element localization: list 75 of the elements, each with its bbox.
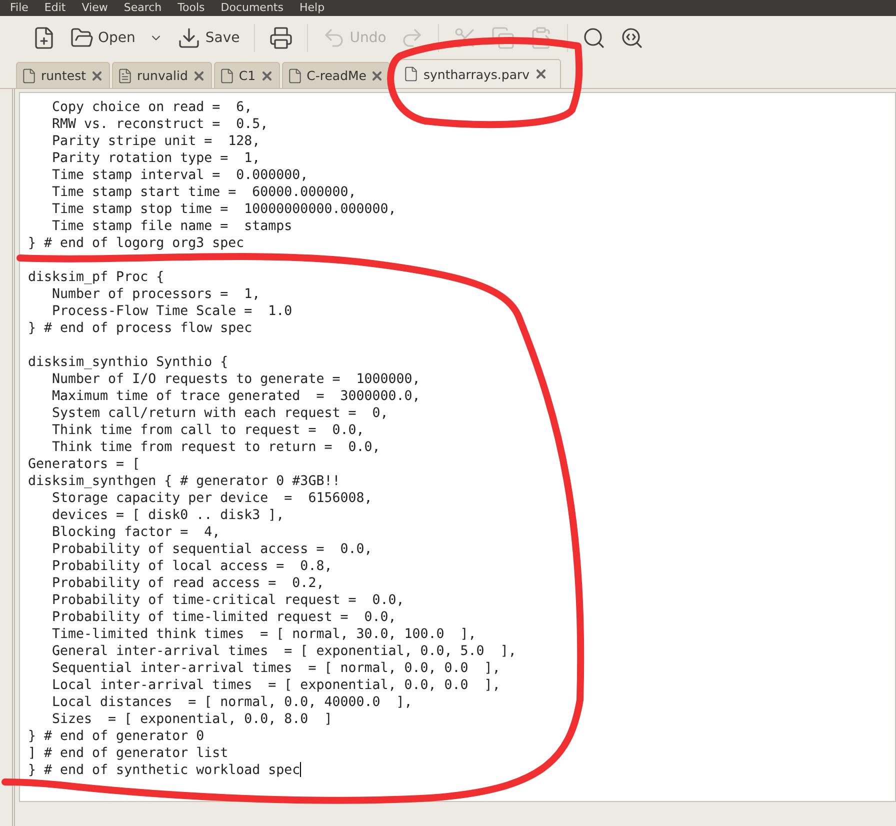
document-tab[interactable]: C-readMe — [282, 62, 390, 88]
code-line: Parity stripe unit = 128, — [51, 133, 262, 150]
code-line: Probability of local access = 0.8, — [51, 558, 334, 575]
code-line: } # end of process flow spec — [28, 320, 254, 337]
document-tab[interactable]: runtest — [16, 62, 110, 88]
new-file-icon — [32, 26, 56, 50]
code-line: System call/return with each request = 0, — [51, 405, 390, 422]
printer-icon — [268, 26, 293, 50]
code-line: General inter-arrival times = [ exponential, 0.0, 5.0 ], — [51, 643, 518, 660]
code-line: Time stamp interval = 0.000000, — [51, 167, 310, 184]
toolbar-button[interactable]: Save — [173, 22, 244, 54]
text-editor[interactable] — [19, 92, 896, 802]
document-icon — [117, 68, 133, 84]
code-line: Probability of time-limited request = 0.0, — [51, 609, 398, 626]
code-line: devices = [ disk0 .. disk3 ], — [51, 507, 286, 524]
document-icon — [218, 68, 235, 84]
close-icon[interactable] — [370, 68, 384, 82]
code-line: Parity rotation type = 1, — [51, 150, 262, 167]
tab-label: runtest — [41, 68, 86, 83]
code-line: Time stamp file name = stamps — [51, 218, 294, 235]
code-line: Local inter-arrival times = [ exponential, 0.0, 0.0 ], — [51, 677, 502, 694]
tab-label: runvalid — [137, 68, 188, 83]
search-icon — [582, 26, 606, 50]
code-line: Time stamp start time = 60000.000000, — [51, 184, 358, 201]
tab-label: C-readMe — [306, 68, 366, 83]
code-line: Time-limited think times = [ normal, 30.0, 100.0 ], — [51, 626, 478, 643]
code-line: Storage capacity per device = 6156008, — [51, 490, 374, 507]
document-tab[interactable]: runvalid — [112, 62, 212, 88]
close-icon[interactable] — [192, 68, 206, 82]
document-icon — [286, 68, 303, 84]
code-line: Think time from request to return = 0.0, — [51, 439, 382, 456]
replace-icon — [620, 26, 644, 50]
code-line: } # end of generator 0 — [28, 728, 206, 745]
document-icon — [403, 66, 420, 82]
folder-icon — [70, 26, 94, 50]
menu-item[interactable]: Tools — [178, 1, 205, 15]
document-tab[interactable]: C1 — [214, 62, 280, 88]
close-icon[interactable] — [534, 67, 548, 81]
code-line: disksim_synthgen { # generator 0 #3GB!! — [28, 473, 342, 490]
menu-item[interactable]: Help — [299, 1, 325, 15]
menu-item[interactable]: Search — [124, 1, 162, 15]
code-line: Number of processors = 1, — [51, 286, 262, 303]
code-line: Generators = [ — [28, 456, 142, 473]
toolbar-button[interactable]: Open — [66, 22, 140, 54]
menu-item[interactable]: File — [10, 1, 28, 15]
code-line: ] # end of generator list — [28, 745, 230, 762]
code-line: Process-Flow Time Scale = 1.0 — [51, 303, 294, 320]
copy-icon — [491, 26, 516, 50]
code-line: } # end of synthetic workload spec — [28, 762, 302, 779]
menu-item[interactable]: Documents — [220, 1, 284, 15]
code-line: } # end of logorg org3 spec — [28, 235, 246, 252]
tab-label: syntharrays.parv — [423, 66, 530, 82]
text-cursor — [300, 762, 302, 777]
code-line: Maximum time of trace generated = 3000000.0, — [51, 388, 422, 405]
code-line: Local distances = [ normal, 0.0, 40000.0 ], — [51, 694, 414, 711]
code-line: Number of I/O requests to generate = 1000000, — [51, 371, 422, 388]
tab-label: C1 — [238, 68, 256, 83]
code-line: RMW vs. reconstruct = 0.5, — [51, 116, 270, 133]
save-icon — [177, 26, 202, 50]
code-line: disksim_pf Proc { — [28, 269, 166, 286]
menu-item[interactable]: Edit — [44, 1, 66, 15]
menu-item[interactable]: View — [82, 1, 108, 15]
code-line: Time stamp stop time = 10000000000.000000, — [51, 201, 398, 218]
code-line: Probability of sequential access = 0.0, — [51, 541, 374, 558]
code-line: Think time from call to request = 0.0, — [51, 422, 366, 439]
code-line: Probability of read access = 0.2, — [51, 575, 326, 592]
code-line: Copy choice on read = 6, — [51, 99, 254, 116]
code-line: disksim_synthio Synthio { — [28, 354, 230, 371]
code-line: Blocking factor = 4, — [51, 524, 222, 541]
code-line: Probability of time-critical request = 0.0, — [51, 592, 406, 609]
document-icon — [21, 68, 37, 84]
close-icon[interactable] — [260, 68, 274, 82]
code-line: Sizes = [ exponential, 0.0, 8.0 ] — [51, 711, 334, 728]
code-line: Sequential inter-arrival times = [ normal, 0.0, 0.0 ], — [51, 660, 502, 677]
close-icon[interactable] — [90, 68, 104, 82]
